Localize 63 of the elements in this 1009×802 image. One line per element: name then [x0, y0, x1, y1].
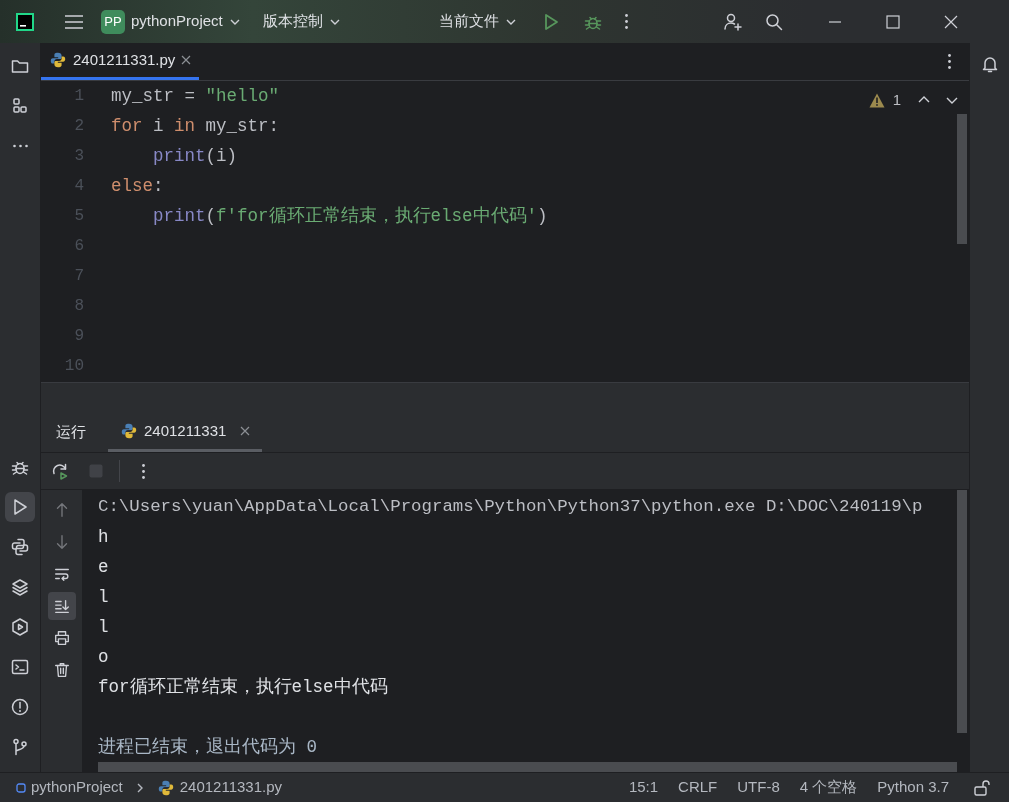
code-line: for i in my_str:: [111, 116, 280, 136]
code-line: my_str = "hello": [111, 86, 280, 106]
search-button[interactable]: [763, 11, 784, 32]
close-icon: [240, 426, 251, 436]
more-icon: [947, 54, 951, 69]
lock-button[interactable]: [973, 778, 991, 797]
project-badge: PP: [101, 9, 125, 34]
console-output: l: [98, 617, 109, 637]
trash-icon: [52, 661, 71, 679]
console-tool-button[interactable]: [47, 592, 76, 620]
terminal-icon: [10, 657, 30, 677]
run-config-menu[interactable]: 当前文件: [438, 10, 517, 33]
structure-icon: [10, 96, 30, 116]
status-item[interactable]: 15:1: [618, 776, 669, 799]
minimize-icon: [827, 20, 842, 23]
warning-count: 1: [892, 90, 901, 110]
breadcrumb[interactable]: pythonProject: [16, 776, 123, 799]
more-button[interactable]: [624, 14, 628, 29]
scrollbar[interactable]: [957, 114, 967, 244]
code-line: print(i): [152, 146, 238, 166]
console-output: for循环正常结束，执行else中代码: [98, 677, 388, 697]
panel-title: 运行: [56, 422, 86, 443]
scrollbar[interactable]: [957, 490, 967, 733]
python-icon: [10, 537, 30, 557]
app-logo[interactable]: [15, 11, 35, 32]
close-icon: [181, 55, 192, 65]
console-output: l: [98, 587, 109, 607]
tool-window-button[interactable]: [5, 492, 35, 522]
rerun-icon: [50, 461, 70, 481]
close-button[interactable]: [943, 14, 958, 29]
python-icon: [156, 778, 175, 797]
exit-message: 进程已结束，退出代码为 0: [98, 737, 317, 757]
code-line: else:: [111, 176, 164, 196]
scrollbar[interactable]: [98, 762, 957, 772]
alert-circle-icon: [10, 697, 30, 717]
breadcrumb[interactable]: 2401211331.py: [156, 776, 283, 799]
minimize-button[interactable]: [827, 20, 842, 23]
more-icon: [624, 14, 628, 29]
layers-icon: [10, 577, 30, 597]
module-icon: [16, 782, 26, 793]
status-item[interactable]: UTF-8: [727, 776, 790, 799]
python-icon: [49, 51, 67, 69]
scroll-end-icon: [52, 597, 71, 615]
more-icon: [141, 463, 145, 479]
vcs-menu[interactable]: 版本控制: [262, 10, 341, 33]
console-output: o: [98, 647, 109, 667]
warning-icon: [868, 92, 885, 108]
run-tab[interactable]: 2401211331: [108, 413, 263, 452]
console-output: h: [98, 527, 109, 547]
project-menu[interactable]: PP pythonProject: [101, 9, 241, 34]
python-icon: [120, 422, 138, 440]
add-user-button[interactable]: [722, 11, 743, 32]
status-item[interactable]: Python 3.7: [867, 776, 959, 799]
maximize-button[interactable]: [885, 14, 900, 29]
printer-icon: [52, 629, 71, 647]
status-item[interactable]: 4 个空格: [789, 776, 868, 799]
status-item[interactable]: CRLF: [668, 776, 728, 799]
branch-icon: [10, 737, 30, 757]
more-icon: [12, 144, 28, 148]
code-line: print(f'for循环正常结束，执行else中代码'): [152, 206, 548, 226]
command-line: C:\Users\yuan\AppData\Local\Programs\Python\Python37\python.exe D:\DOC\240119\p: [98, 497, 923, 516]
hexagon-play-icon: [10, 617, 30, 637]
console-output: e: [98, 557, 109, 577]
